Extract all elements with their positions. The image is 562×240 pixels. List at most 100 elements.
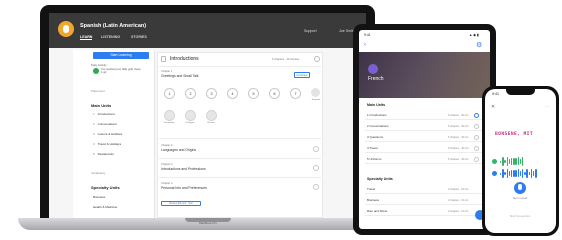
start-learning-button[interactable]: Start Learning — [93, 52, 149, 59]
tablet-screen: 9:41 ▲ ◆ ▮ ‹ ⚙ French Main Units 1 Intro… — [359, 30, 490, 229]
chapter-4-progress-icon — [313, 184, 319, 190]
waveform-bar — [504, 159, 506, 164]
native-waveform — [500, 157, 524, 166]
specialty-units-heading: Specialty Units — [91, 185, 120, 190]
divider — [159, 138, 321, 139]
vocabulary-label: Vocabulary — [91, 171, 106, 175]
divider — [159, 177, 321, 178]
dialogue-activity-icon[interactable] — [185, 110, 196, 121]
skip-question-link[interactable]: Skip this question — [494, 215, 546, 218]
sidebar-unit-5[interactable]: 5 Restaurants — [93, 152, 114, 156]
chapter-4-label: Chapter 4 — [161, 182, 173, 185]
unit-number-icon — [161, 56, 166, 62]
chapter-4-title[interactable]: Personal Info and Preferences — [161, 186, 207, 190]
microphone-icon — [518, 184, 522, 190]
lesson-step-5[interactable]: 5 — [248, 88, 259, 99]
tablet-specialty-meta-2: 2 chapters · 16 min — [448, 199, 469, 202]
chapter-2-title[interactable]: Languages and Origins — [161, 148, 196, 152]
phone-time: 9:41 — [492, 92, 499, 96]
course-logo-icon — [58, 21, 74, 37]
sidebar-unit-4[interactable]: 4 Travel & Holidays — [93, 142, 121, 146]
waveform-bar — [508, 158, 511, 165]
lesson-step-3[interactable]: 3 — [206, 88, 217, 99]
waveform-bar — [528, 172, 530, 175]
evaluate-icon[interactable] — [311, 88, 320, 97]
lesson-step-6[interactable]: 6 — [269, 88, 280, 99]
dialogue-activity-label: Dialogue — [185, 122, 195, 124]
user-audio-icon[interactable] — [492, 171, 497, 176]
evaluate-label: Evaluate — [311, 99, 321, 101]
waveform-bar — [524, 171, 526, 175]
waveform-bar — [506, 157, 508, 166]
support-link[interactable]: Support — [304, 29, 317, 33]
waveform-bar — [502, 169, 504, 178]
sidebar-unit-2[interactable]: 2 Conversations — [93, 122, 117, 126]
course-title: Spanish (Latin American) — [80, 23, 147, 29]
waveform-bar — [511, 169, 513, 178]
close-icon[interactable]: ✕ — [491, 104, 495, 110]
lesson-step-2[interactable]: 2 — [185, 88, 196, 99]
lesson-step-1[interactable]: 1 — [164, 88, 175, 99]
tablet-unit-progress-icon-5 — [474, 157, 479, 162]
waveform-bar — [517, 157, 519, 166]
tablet-specialty-title-1: Travel — [367, 187, 376, 191]
tablet-unit-meta-3: 5 chapters · 40 min — [448, 136, 469, 139]
tablet-unit-title-3: 3 Questions — [367, 135, 384, 139]
tab-stories[interactable]: STORIES — [131, 35, 147, 39]
lesson-step-4[interactable]: 4 — [227, 88, 238, 99]
waveform-bar — [519, 159, 522, 164]
microphone-button[interactable] — [514, 182, 526, 194]
unit-progress-ring-icon — [314, 56, 320, 62]
lesson-step-7[interactable]: 7 — [290, 88, 301, 99]
chapter-1-label: Chapter 1 — [161, 70, 173, 73]
chapter-3-label: Chapter 3 — [161, 163, 173, 166]
tablet-specialty-heading: Specialty Units — [367, 177, 393, 181]
review-activity-label: Review — [207, 122, 215, 124]
main-units-heading: Main Units — [91, 103, 112, 108]
waveform-bar — [515, 170, 517, 177]
laptop-model-label: MacBook Pro — [198, 221, 217, 225]
vocabulary-activity-icon[interactable] — [164, 110, 175, 121]
tab-listening[interactable]: LISTENING — [101, 35, 120, 39]
tab-learn[interactable]: LEARN — [80, 35, 93, 40]
waveform-bar — [506, 169, 508, 178]
tap-to-speak-hint: Tap to speak — [512, 197, 528, 200]
native-audio-icon[interactable] — [492, 159, 497, 164]
divider — [159, 66, 321, 67]
chapter-3-title[interactable]: Introductions and Professions — [161, 167, 206, 171]
divider — [159, 158, 321, 159]
tablet-unit-title-4: 4 Travel — [367, 146, 378, 150]
waveform-bar — [515, 158, 517, 165]
tablet-unit-progress-icon-1 — [474, 113, 479, 118]
waveform-bar — [526, 169, 528, 178]
sidebar-unit-3[interactable]: 3 Leisure & Hobbies — [93, 132, 122, 136]
sidebar-specialty-1[interactable]: Business — [93, 195, 105, 199]
waveform-bar — [511, 157, 513, 166]
chapter-1-title: Greetings and Small Talk — [161, 74, 199, 78]
phone-notch — [506, 89, 535, 95]
tablet-time: 9:41 — [364, 33, 371, 37]
waveform-bar — [500, 160, 502, 163]
waveform-bar — [502, 157, 504, 166]
tablet-specialty-meta-3: 2 chapters · 16 min — [448, 210, 469, 213]
waveform-bar — [513, 170, 515, 177]
waveform-bar — [508, 170, 511, 177]
more-icon[interactable]: ··· — [545, 104, 549, 109]
review-unit-button[interactable]: Review this unit · Test — [161, 201, 201, 206]
sidebar-unit-1[interactable]: 1 Introductions — [93, 112, 115, 116]
chapter-2-progress-icon — [313, 146, 319, 152]
back-icon[interactable]: ‹ — [364, 42, 366, 48]
review-activity-icon[interactable] — [206, 110, 217, 121]
waveform-bar — [533, 171, 535, 176]
tablet-unit-progress-icon-4 — [474, 146, 479, 151]
vocabulary-activity-label: Vocabulary — [163, 122, 175, 124]
chapter-3-progress-icon — [313, 165, 319, 171]
sidebar-specialty-2[interactable]: Health & Medicine — [93, 205, 117, 209]
unit-meta: 5 chapters · 40 minutes — [272, 58, 300, 61]
pronunciation-word: BONSENE, MIT — [495, 132, 533, 137]
tablet-status-icons: ▲ ◆ ▮ — [469, 33, 479, 37]
tablet-unit-meta-2: 5 chapters · 40 min — [448, 125, 469, 128]
settings-gear-icon[interactable]: ⚙ — [476, 41, 482, 49]
continue-button[interactable]: Continue — [294, 72, 310, 78]
goal-text: You reached your daily goal. Keep it up! — [101, 68, 141, 74]
